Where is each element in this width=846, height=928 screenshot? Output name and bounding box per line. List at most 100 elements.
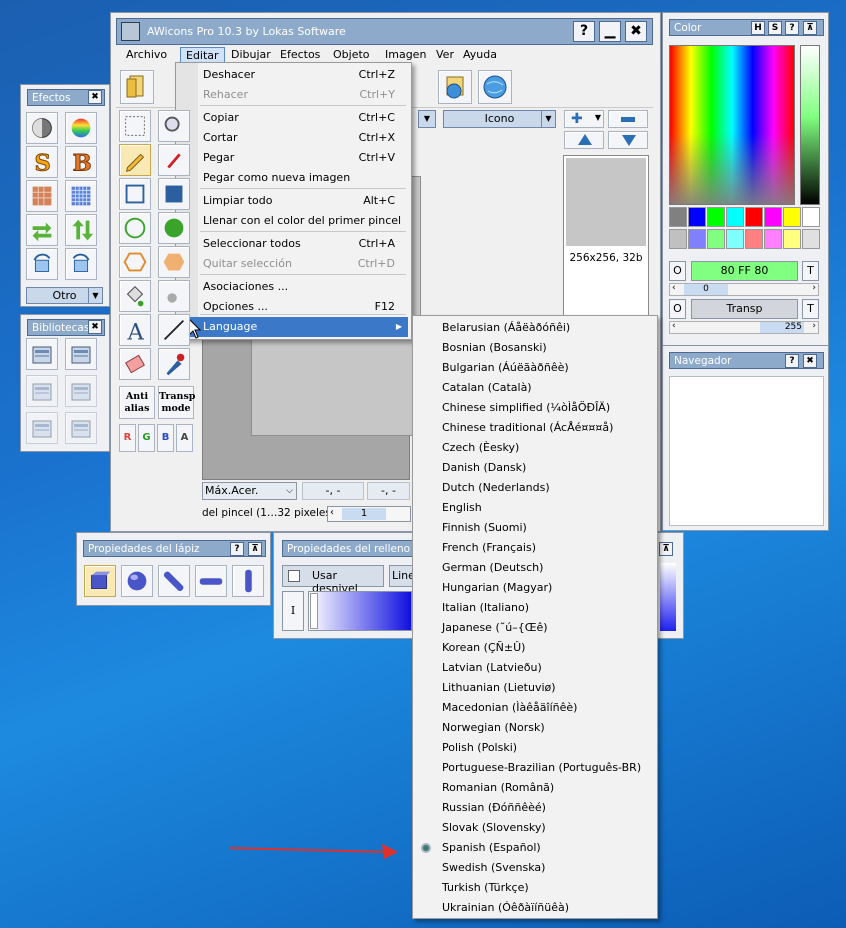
language-item[interactable]: Hungarian (Magyar) [413,578,657,598]
library-save-button[interactable] [65,338,97,370]
language-item[interactable]: Portuguese-Brazilian (Português-BR) [413,758,657,778]
language-item[interactable]: Spanish (Español) [413,838,657,858]
diagonal-bar-brush-button[interactable] [158,565,190,597]
brush-tool-button[interactable] [158,144,190,176]
menu-item-limpiar-todo[interactable]: Limpiar todo Alt+C [176,191,408,211]
o-button-2[interactable]: O [669,299,686,319]
zoom-select[interactable]: Máx.Acer. ⌵ [202,482,297,500]
effect-rainbow-button[interactable] [65,112,97,144]
language-item[interactable]: French (Français) [413,538,657,558]
close-icon[interactable]: ✖ [803,354,817,368]
channel-r-button[interactable]: R [119,424,136,452]
fill-bucket-tool-button[interactable] [119,280,151,312]
language-item[interactable]: Korean (ÇÑ±Û) [413,638,657,658]
language-item[interactable]: Slovak (Slovensky) [413,818,657,838]
ellipse-tool-button[interactable] [119,212,151,244]
eraser-tool-button[interactable] [119,348,151,380]
language-item[interactable]: Lithuanian (Lietuviø) [413,678,657,698]
effect-sphere-button[interactable] [26,112,58,144]
color-swatch[interactable] [688,229,706,249]
efectos-dropdown[interactable]: Otro ▼ [26,287,103,304]
effect-letter-b-button[interactable]: B [65,146,97,178]
language-item[interactable]: Chinese simplified (¼òÌåÖÐÎÄ) [413,398,657,418]
effect-rotate-left-button[interactable] [26,248,58,280]
language-item[interactable]: German (Deutsch) [413,558,657,578]
color-swatch[interactable] [745,207,763,227]
h-icon[interactable]: H [751,21,765,35]
color-swatch[interactable] [669,207,687,227]
color-swatch[interactable] [802,207,820,227]
color-picker-tool-button[interactable] [158,348,190,380]
color-swatch[interactable] [802,229,820,249]
library-print-button[interactable] [26,375,58,407]
library-calendar-button[interactable] [26,338,58,370]
transp-mode-button[interactable]: Transp mode [158,386,195,419]
language-item[interactable]: Latvian (Latvieðu) [413,658,657,678]
i-button[interactable]: I [282,591,304,631]
fill-ellipse-tool-button[interactable] [158,212,190,244]
menu-item-pegar-como-nueva-imagen[interactable]: Pegar como nueva imagen [176,168,408,188]
pin-icon[interactable]: ⊼ [803,21,817,35]
library-id-button[interactable] [65,375,97,407]
vertical-bar-brush-button[interactable] [232,565,264,597]
text-tool-button[interactable]: A [119,314,151,346]
language-item[interactable]: Russian (Ðóññêèé) [413,798,657,818]
menu-item-asociaciones[interactable]: Asociaciones ... [176,277,408,297]
library-button[interactable] [438,70,472,104]
gradient-preview[interactable] [308,591,412,631]
menu-item-cortar[interactable]: Cortar Ctrl+X [176,128,408,148]
language-item[interactable]: Bulgarian (Áúëãàðñêè) [413,358,657,378]
language-item[interactable]: Italian (Italiano) [413,598,657,618]
language-item[interactable]: Danish (Dansk) [413,458,657,478]
color-swatch[interactable] [764,207,782,227]
help-icon[interactable]: ? [785,21,799,35]
language-item[interactable]: Chinese traditional (ÁcÅé¤¤¤å) [413,418,657,438]
fill-hexagon-tool-button[interactable] [158,246,190,278]
menu-item-deshacer[interactable]: Deshacer Ctrl+Z [176,65,408,85]
pencil-tool-button[interactable] [119,144,151,176]
zoom-tool-button[interactable] [158,110,190,142]
language-item[interactable]: English [413,498,657,518]
rectangle-tool-button[interactable] [119,178,151,210]
color-hex-value[interactable]: 80 FF 80 [691,261,798,281]
color-swatch[interactable] [783,207,801,227]
hexagon-tool-button[interactable] [119,246,151,278]
image-thumbnail[interactable] [566,158,646,246]
color-swatch[interactable] [726,229,744,249]
language-item[interactable]: Finnish (Suomi) [413,518,657,538]
o-button-1[interactable]: O [669,261,686,281]
library-delete-button[interactable] [65,412,97,444]
menu-item-seleccionar-todos[interactable]: Seleccionar todos Ctrl+A [176,234,408,254]
view-dropdown-left[interactable]: ▼ [418,110,436,128]
color-swatch[interactable] [764,229,782,249]
effect-rotate-right-button[interactable] [65,248,97,280]
select-rect-tool-button[interactable] [119,110,151,142]
menu-item-copiar[interactable]: Copiar Ctrl+C [176,108,408,128]
menu-item-pegar[interactable]: Pegar Ctrl+V [176,148,408,168]
effect-arrows-lr-button[interactable] [26,214,58,246]
channel-a-button[interactable]: A [176,424,193,452]
menu-dibujar[interactable]: Dibujar [226,47,276,62]
menu-objeto[interactable]: Objeto [328,47,375,62]
language-item[interactable]: Japanese (˜ú–{Œê) [413,618,657,638]
help-icon[interactable]: ? [230,542,244,556]
color-swatch[interactable] [745,229,763,249]
color-swatch[interactable] [669,229,687,249]
brightness-slider[interactable] [800,45,820,205]
language-item[interactable]: Ukrainian (Óêðàїíñüêà) [413,898,657,918]
language-item[interactable]: Czech (Èesky) [413,438,657,458]
chevron-left-icon[interactable]: ‹ [672,283,676,293]
view-mode-select[interactable]: Icono ▼ [443,110,556,128]
menu-imagen[interactable]: Imagen [380,47,431,62]
menu-ver[interactable]: Ver [431,47,459,62]
gradient-start-handle[interactable] [310,593,318,629]
add-size-button[interactable]: ✚ ▼ [564,110,604,128]
minimize-icon[interactable]: ▁ [599,21,621,42]
chevron-right-icon[interactable]: › [812,321,816,331]
alpha-scroll[interactable]: ‹ 0 › [669,283,819,296]
effect-texture-button[interactable] [26,180,58,212]
spray-tool-button[interactable] [158,280,190,312]
pin-icon[interactable]: ⊼ [659,542,673,556]
chevron-left-icon[interactable]: ‹ [672,321,676,331]
move-up-button[interactable] [564,131,604,149]
